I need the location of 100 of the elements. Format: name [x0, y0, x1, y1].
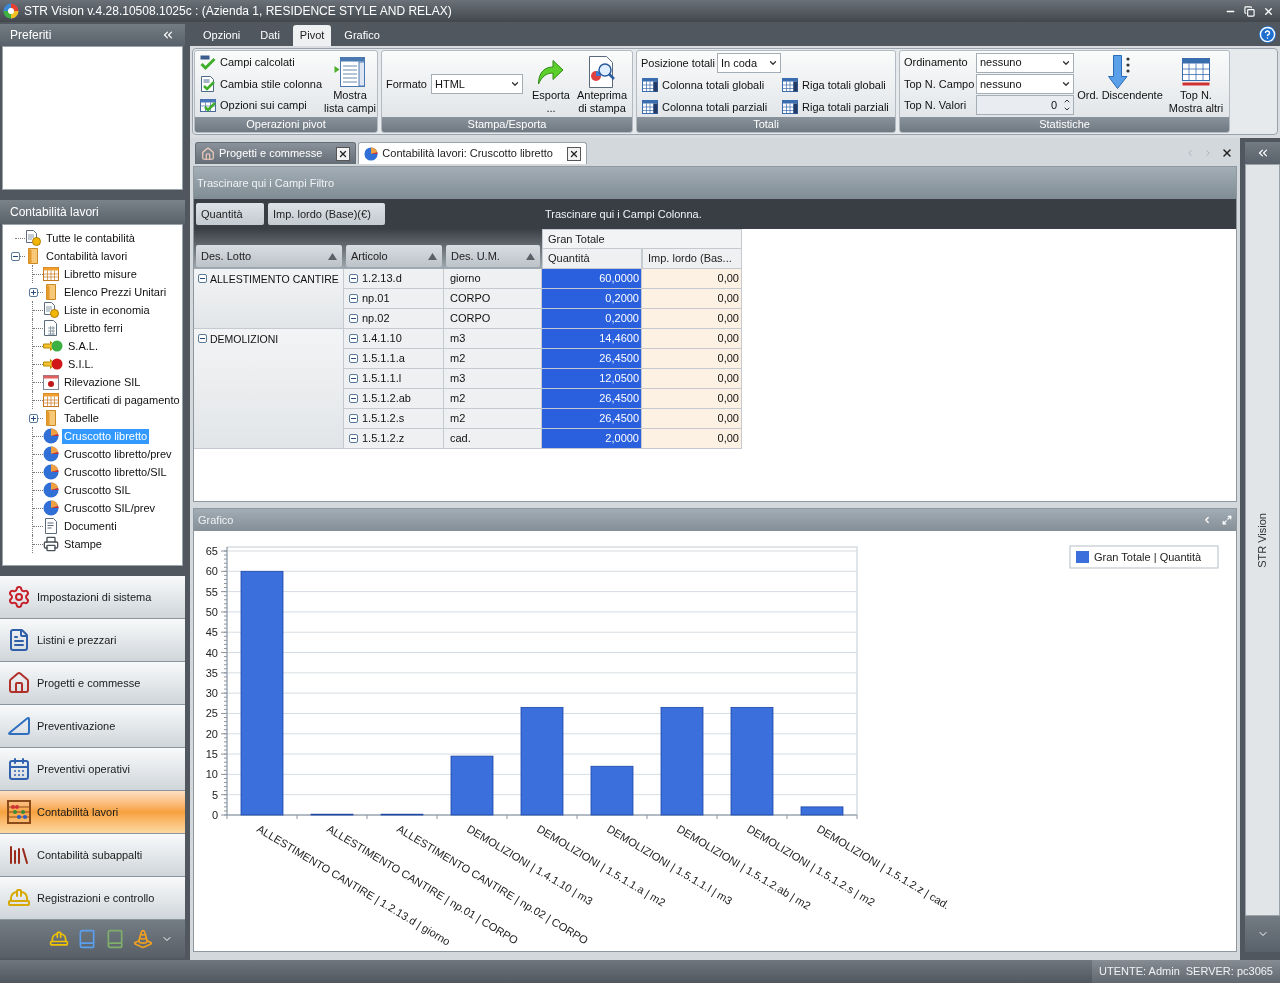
row-field-header[interactable]: Articolo — [346, 245, 442, 267]
table-check-icon — [200, 97, 216, 114]
row-field-header[interactable]: Des. U.M. — [446, 245, 540, 267]
dropdown[interactable]: nessuno — [976, 74, 1074, 94]
table-cell: 12,0500 — [542, 369, 642, 389]
ribbon-tab[interactable]: Dati — [253, 25, 287, 46]
nav-button[interactable]: Preventivazione — [0, 705, 185, 748]
collapse-icon[interactable] — [198, 274, 207, 283]
field-chip[interactable]: Quantità — [196, 203, 264, 225]
ribbon-button[interactable]: Riga totali globali — [780, 74, 892, 96]
table-cell: 0,00 — [642, 409, 742, 429]
tree-item[interactable]: Tabelle — [62, 410, 101, 426]
tree-item[interactable]: Tutte le contabilità — [44, 230, 137, 246]
article-code: 1.5.1.2.z — [362, 431, 405, 447]
tree-item[interactable]: Rilevazione SIL — [62, 374, 143, 390]
bar — [450, 755, 494, 816]
traffic-cone-icon[interactable] — [133, 929, 153, 949]
close-button[interactable] — [566, 146, 581, 161]
restore-icon[interactable] — [1244, 5, 1255, 17]
maximize-icon[interactable] — [1222, 515, 1232, 525]
nav-button[interactable]: Contabilità subappalti — [0, 834, 185, 877]
sort-ascending-icon[interactable] — [526, 252, 535, 260]
close-button[interactable] — [336, 146, 351, 161]
tree-item[interactable]: Libretto ferri — [62, 320, 125, 336]
column-header[interactable]: Imp. lordo (Bas... — [642, 249, 742, 269]
collapse-icon[interactable] — [11, 251, 20, 261]
y-tick-label: 50 — [205, 605, 218, 618]
tree-item[interactable]: Cruscotto SIL/prev — [62, 500, 158, 516]
nav-button[interactable]: Registrazioni e controllo — [0, 877, 185, 920]
collapse-icon[interactable] — [349, 374, 358, 383]
ribbon-tab[interactable]: Pivot — [292, 25, 332, 46]
column-header[interactable]: Quantità — [542, 249, 642, 269]
tree-item[interactable]: Elenco Prezzi Unitari — [62, 284, 169, 300]
ribbon-button[interactable]: Cambia stile colonna — [198, 73, 324, 95]
collapse-icon[interactable] — [161, 28, 175, 42]
document-list-icon — [7, 628, 31, 652]
side-panel-title[interactable]: STR Vision — [1254, 512, 1271, 568]
ribbon-button[interactable]: Campi calcolati — [198, 52, 324, 74]
document-icon — [43, 518, 59, 534]
table-cell: 0,00 — [642, 369, 742, 389]
tree-item[interactable]: Certificati di pagamento — [62, 392, 182, 408]
ribbon-tab[interactable]: Grafico — [337, 25, 387, 46]
tree-item[interactable]: Liste in economia — [62, 302, 152, 318]
close-icon[interactable] — [1263, 5, 1274, 17]
tree-item[interactable]: Documenti — [62, 518, 119, 534]
ribbon-button[interactable]: Top N. Mostra altri — [1166, 51, 1226, 117]
y-tick-label: 25 — [205, 707, 218, 720]
ribbon-button[interactable]: Esporta ... — [527, 51, 575, 117]
collapse-icon[interactable] — [349, 434, 358, 443]
tree-item[interactable]: Cruscotto SIL — [62, 482, 133, 498]
ribbon-button[interactable]: Ord. Discendente — [1074, 51, 1166, 117]
chevron-left-icon[interactable] — [1202, 515, 1212, 525]
nav-button[interactable]: Impostazioni di sistema — [0, 576, 185, 619]
pie-chart-icon — [364, 146, 379, 161]
tree-item[interactable]: Cruscotto libretto/SIL — [62, 464, 169, 480]
table-cell: 0,00 — [642, 349, 742, 369]
collapse-icon[interactable] — [349, 314, 358, 323]
row-field-header[interactable]: Des. Lotto — [196, 245, 342, 267]
dropdown[interactable]: HTML — [430, 74, 523, 94]
tree-item[interactable]: Cruscotto libretto/prev — [62, 446, 174, 462]
document-tab[interactable]: Contabilità lavori: Cruscotto libretto — [358, 142, 587, 164]
dropdown[interactable]: In coda — [717, 53, 781, 73]
collapse-icon[interactable] — [349, 394, 358, 403]
ribbon-tab[interactable]: Opzioni — [196, 25, 248, 46]
sort-ascending-icon[interactable] — [328, 252, 337, 260]
tree-item[interactable]: Contabilità lavori — [44, 248, 130, 264]
tree-item[interactable]: Stampe — [62, 536, 104, 552]
ribbon-button[interactable]: Opzioni sui campi — [198, 94, 324, 116]
expand-icon[interactable] — [29, 413, 38, 423]
collapse-icon[interactable] — [349, 294, 358, 303]
sort-ascending-icon[interactable] — [428, 252, 437, 260]
ribbon-button[interactable]: Colonna totali globali — [640, 74, 780, 96]
tree-item[interactable]: S.I.L. — [66, 356, 96, 372]
hard-hat-icon[interactable] — [49, 929, 69, 949]
help-icon[interactable] — [1259, 25, 1276, 43]
y-tick-label: 55 — [205, 585, 218, 598]
collapse-icon[interactable] — [349, 274, 358, 283]
nav-button[interactable]: Contabilità lavori — [0, 791, 185, 834]
collapse-icon[interactable] — [198, 334, 207, 343]
dropdown[interactable]: nessuno — [976, 52, 1074, 73]
nav-button[interactable]: Progetti e commesse — [0, 662, 185, 705]
table-cell: 0,00 — [642, 389, 742, 409]
nav-button[interactable]: Preventivi operativi — [0, 748, 185, 791]
nav-button[interactable]: Listini e prezzari — [0, 619, 185, 662]
field-chip[interactable]: Imp. lordo (Base)(€) — [268, 203, 385, 225]
column-drop-hint: Trascinare qui i Campi Colonna. — [545, 206, 702, 222]
tree-item[interactable]: S.A.L. — [66, 338, 100, 354]
collapse-icon[interactable] — [349, 354, 358, 363]
ribbon-button[interactable]: Mostra lista campi — [324, 51, 376, 117]
close-icon — [568, 148, 579, 159]
expand-icon[interactable] — [29, 287, 38, 297]
document-tab[interactable]: Progetti e commesse — [195, 142, 357, 164]
close-icon[interactable] — [1221, 147, 1233, 159]
ribbon-button[interactable]: Anteprima di stampa — [575, 51, 629, 117]
collapse-icon[interactable] — [349, 334, 358, 343]
tree-item[interactable]: Libretto misure — [62, 266, 139, 282]
folder-icon — [43, 284, 59, 300]
collapse-icon[interactable] — [349, 414, 358, 423]
spinner-field[interactable]: 0 — [976, 95, 1074, 116]
y-tick-label: 40 — [205, 646, 218, 659]
